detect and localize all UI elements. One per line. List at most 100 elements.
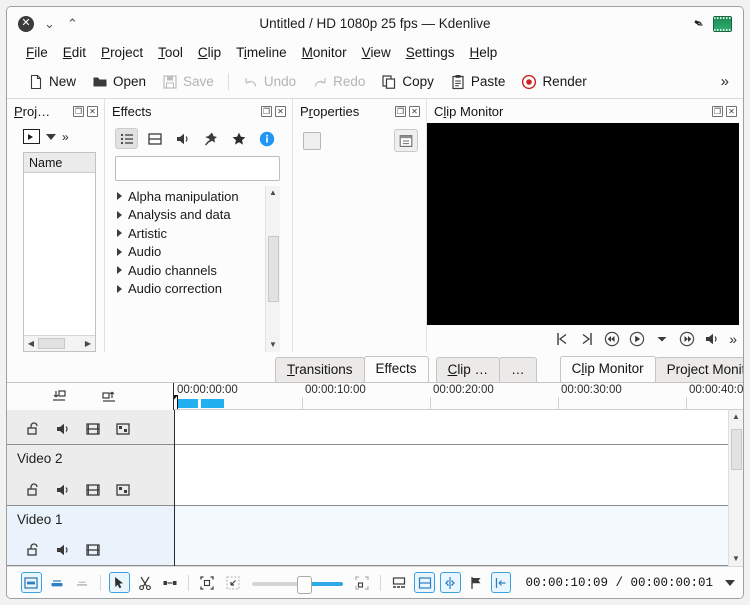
track-header-video-2[interactable]: Video 2 [7,444,174,507]
add-clip-icon[interactable] [23,129,40,144]
timeline-vscroll-track[interactable] [729,424,743,552]
audio-on-icon[interactable] [55,482,71,498]
scroll-right-icon[interactable]: ▶ [81,339,95,348]
monitor-overflow-button[interactable]: » [729,331,737,347]
search-input[interactable] [116,157,279,180]
tab-overflow[interactable]: … [499,357,537,382]
timeline-vertical-scrollbar[interactable]: ▲ ▼ [728,410,743,566]
close-icon[interactable]: ✕ [87,105,98,117]
open-button[interactable]: Open [85,71,153,93]
track-lane[interactable] [175,444,728,507]
custom-effects-icon[interactable] [199,128,222,149]
menu-settings[interactable]: Settings [399,43,462,62]
chevron-right-icon[interactable] [117,247,122,256]
marker-flag-icon[interactable] [466,572,486,593]
set-zone-out-icon[interactable] [579,331,595,347]
timecode-display[interactable]: 00:00:10:09 / 00:00:00:01 [525,576,713,590]
extract-zone-icon[interactable] [101,389,117,405]
menu-help[interactable]: Help [463,43,505,62]
menu-view[interactable]: View [355,43,398,62]
mix-clips-icon[interactable] [389,572,409,593]
bin-overflow-button[interactable]: » [62,130,69,144]
menu-timeline[interactable]: Timeline [229,43,294,62]
close-icon[interactable]: ✕ [726,105,737,117]
close-icon[interactable]: ✕ [18,15,34,32]
timeline-edit-mode-icon[interactable] [490,572,512,593]
chevron-right-icon[interactable] [117,192,122,201]
close-icon[interactable]: ✕ [275,105,286,117]
float-icon[interactable]: ❐ [395,105,406,117]
chevron-right-icon[interactable] [117,266,122,275]
save-button[interactable]: Save [155,71,221,93]
float-icon[interactable]: ❐ [73,105,84,117]
spacer-tool-icon[interactable] [160,572,180,593]
track-lane[interactable] [175,506,728,566]
audio-effects-icon[interactable] [171,128,194,149]
selection-tool-icon[interactable] [109,572,130,593]
scroll-down-icon[interactable]: ▼ [266,338,280,352]
menu-project[interactable]: Project [94,43,150,62]
menu-file[interactable]: File [19,43,55,62]
properties-view-icon[interactable] [394,129,418,152]
chevron-down-icon[interactable] [654,331,670,347]
split-view-icon[interactable] [414,572,436,593]
scroll-up-icon[interactable]: ▲ [729,410,743,424]
playhead[interactable] [174,395,178,409]
fit-zoom-icon[interactable] [197,572,217,593]
timeline-zone-marker[interactable] [177,399,198,408]
render-button[interactable]: Render [514,71,593,93]
scroll-left-icon[interactable]: ◀ [24,339,38,348]
menu-clip[interactable]: Clip [191,43,228,62]
project-bin-list[interactable]: Name ◀ ▶ [23,152,96,352]
float-icon[interactable]: ❐ [261,105,272,117]
effect-info-icon[interactable] [255,128,278,149]
chevron-right-icon[interactable] [117,229,122,238]
tab-project-monitor[interactable]: Project Monitor [654,357,743,382]
track-height-small-icon[interactable] [47,572,67,593]
volume-icon[interactable] [704,331,720,347]
snap-icon[interactable] [440,572,461,593]
bin-hscroll-thumb[interactable] [38,338,65,349]
undo-button[interactable]: Undo [236,71,303,93]
tab-clip-properties[interactable]: Clip … [435,357,501,382]
chevron-down-icon[interactable]: ⌄ [42,16,57,32]
show-all-effects-icon[interactable] [115,128,138,149]
bin-horizontal-scrollbar[interactable]: ◀ ▶ [24,335,95,351]
track-header-video-1[interactable]: Video 1 [7,506,174,566]
composite-icon[interactable] [115,421,131,437]
monitor-video-surface[interactable] [427,123,739,325]
redo-button[interactable]: Redo [305,71,372,93]
insert-zone-icon[interactable] [51,389,67,405]
list-item[interactable]: Audio [115,243,265,262]
audio-on-icon[interactable] [55,542,71,558]
track-height-tiny-icon[interactable] [72,572,92,593]
bin-hscroll-track[interactable] [38,336,81,351]
timeline-ruler[interactable]: 00:00:00:00 00:00:10:00 00:00:20:00 00:0… [174,383,743,410]
zoom-slider-thumb[interactable] [297,575,313,594]
menu-edit[interactable]: Edit [56,43,93,62]
chevron-right-icon[interactable] [117,284,122,293]
tab-transitions[interactable]: Transitions [275,357,365,382]
unlock-icon[interactable] [25,542,41,558]
copy-button[interactable]: Copy [374,71,441,93]
fast-forward-icon[interactable] [679,331,695,347]
menu-tool[interactable]: Tool [151,43,190,62]
chevron-up-icon[interactable]: ⌃ [65,16,80,32]
timeline-zone-marker[interactable] [201,399,224,408]
list-item[interactable]: Audio correction [115,280,265,299]
zoom-out-fit-icon[interactable] [352,572,372,593]
chevron-right-icon[interactable] [117,210,122,219]
scroll-down-icon[interactable]: ▼ [729,552,743,566]
video-on-icon[interactable] [85,482,101,498]
composite-icon[interactable] [115,482,131,498]
unlock-icon[interactable] [25,482,41,498]
scroll-up-icon[interactable]: ▲ [266,186,280,200]
timeline-vscroll-thumb[interactable] [731,429,742,471]
float-icon[interactable]: ❐ [712,105,723,117]
video-effects-icon[interactable] [143,128,166,149]
effects-search-field[interactable] [115,156,280,181]
list-item[interactable]: Artistic [115,224,265,243]
bin-rows-area[interactable] [24,173,95,335]
set-zone-in-icon[interactable] [554,331,570,347]
effects-vertical-scrollbar[interactable]: ▲ ▼ [265,186,280,352]
